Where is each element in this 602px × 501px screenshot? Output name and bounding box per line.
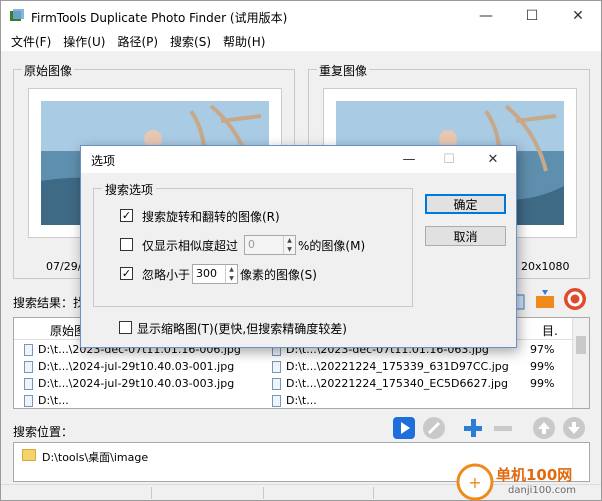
close-button[interactable]: ✕ (555, 1, 601, 31)
title-bar: FirmTools Duplicate Photo Finder (试用版本) … (1, 1, 601, 31)
location-path[interactable]: D:\tools\桌面\image (42, 449, 148, 465)
ignore-small-checkbox[interactable]: ✓ (120, 267, 133, 280)
thumbnails-label: 显示缩略图(T)(更快,但搜索精确度较差) (137, 322, 347, 336)
table-row[interactable]: D:\t... D:\t... (14, 393, 574, 408)
watermark: + 单机100网 danji100.com (456, 463, 602, 501)
similarity-value: 0 (248, 238, 255, 251)
thumbnails-checkbox[interactable] (119, 321, 132, 334)
watermark-logo-icon: + (456, 463, 494, 501)
duplicate-image-caption: 20x1080 (521, 260, 570, 273)
maximize-button[interactable]: ☐ (509, 1, 555, 31)
options-dialog: 选项 — ☐ ✕ 搜索选项 ✓ 搜索旋转和翻转的图像(R) 仅显示相似度超过 0… (80, 145, 517, 348)
minimize-icon: — (402, 152, 416, 167)
dialog-title: 选项 (91, 154, 116, 168)
status-divider (263, 487, 264, 499)
menu-help[interactable]: 帮助(H) (217, 33, 271, 50)
spinner-arrows-icon[interactable]: ▲ ▼ (225, 265, 237, 283)
maximize-icon: ☐ (525, 8, 539, 24)
dialog-maximize-button: ☐ (429, 146, 469, 173)
minus-icon (494, 426, 512, 431)
menu-bar: 文件(F) 操作(U) 路径(P) 搜索(S) 帮助(H) (1, 31, 601, 51)
search-options-group: 搜索选项 ✓ 搜索旋转和翻转的图像(R) 仅显示相似度超过 0 ▲ ▼ %的图像(… (93, 181, 413, 307)
plus-icon (464, 419, 482, 437)
remove-location-button[interactable] (492, 417, 514, 439)
watermark-text: 单机100网 (496, 466, 573, 484)
file-icon (272, 378, 281, 390)
svg-text:+: + (468, 473, 481, 492)
table-row[interactable]: D:\t...\2024-jul-29t10.40.03-003.jpg D:\… (14, 376, 574, 393)
row-duplicate-path: D:\t...\20221224_175339_631D97CC.jpg (286, 360, 509, 373)
file-icon (24, 395, 33, 407)
dialog-minimize-button[interactable]: — (389, 146, 429, 173)
move-down-button[interactable] (563, 417, 585, 439)
close-icon: ✕ (487, 152, 499, 167)
rotate-checkbox[interactable]: ✓ (120, 209, 133, 222)
location-label: 搜索位置： (13, 425, 74, 439)
similarity-spinner[interactable]: 0 ▲ ▼ (244, 235, 296, 255)
row-match: 99% (530, 377, 555, 390)
similarity-checkbox[interactable] (120, 238, 133, 251)
duplicate-image-label: 重复图像 (317, 62, 370, 79)
search-options-label: 搜索选项 (102, 181, 157, 198)
scrollbar-thumb[interactable] (576, 336, 586, 354)
status-divider (151, 487, 152, 499)
file-icon (272, 395, 281, 407)
play-icon (401, 422, 410, 434)
cancel-button[interactable]: 取消 (425, 226, 506, 246)
table-row[interactable]: D:\t...\2024-jul-29t10.40.03-001.jpg D:\… (14, 359, 574, 376)
arrow-up-icon (538, 422, 550, 434)
row-original-path: D:\t...\2024-jul-29t10.40.03-003.jpg (38, 377, 235, 390)
close-icon: ✕ (572, 8, 584, 24)
file-icon (272, 361, 281, 373)
add-location-button[interactable] (462, 417, 484, 439)
stop-search-button[interactable] (423, 417, 445, 439)
row-duplicate-path: D:\t... (286, 394, 317, 407)
row-original-path: D:\t... (38, 394, 69, 407)
minimize-button[interactable]: — (463, 1, 509, 31)
similarity-prefix: 仅显示相似度超过 (142, 239, 239, 253)
dialog-close-button[interactable]: ✕ (473, 146, 513, 173)
start-search-button[interactable] (393, 417, 415, 439)
window-title: FirmTools Duplicate Photo Finder (试用版本) (31, 11, 288, 25)
watermark-url: danji100.com (508, 485, 576, 496)
spinner-arrows-icon[interactable]: ▲ ▼ (283, 236, 295, 254)
menu-action[interactable]: 操作(U) (57, 33, 111, 50)
rotate-label: 搜索旋转和翻转的图像(R) (142, 210, 280, 224)
menu-search[interactable]: 搜索(S) (164, 33, 217, 50)
original-image-label: 原始图像 (22, 62, 75, 79)
ignore-small-suffix: 像素的图像(S) (240, 268, 317, 282)
arrow-down-icon (568, 422, 580, 434)
minimize-icon: — (479, 8, 493, 24)
results-scrollbar[interactable] (572, 318, 589, 408)
similarity-suffix: %的图像(M) (298, 239, 366, 253)
ignore-small-spinner[interactable]: 300 ▲ ▼ (192, 264, 238, 284)
ignore-small-value: 300 (196, 267, 217, 280)
row-match: 97% (530, 343, 555, 356)
file-icon (24, 361, 33, 373)
stop-icon (427, 421, 441, 435)
ok-button[interactable]: 确定 (425, 194, 506, 214)
app-logo-icon (10, 9, 24, 21)
row-match: 99% (530, 360, 555, 373)
file-icon (24, 344, 33, 356)
move-up-button[interactable] (533, 417, 555, 439)
help-icon[interactable] (564, 288, 586, 310)
dialog-title-bar: 选项 — ☐ ✕ (81, 146, 516, 173)
folder-icon (22, 449, 36, 461)
row-original-path: D:\t...\2024-jul-29t10.40.03-001.jpg (38, 360, 235, 373)
column-match[interactable]: 目. (542, 322, 558, 339)
open-folder-icon[interactable] (534, 288, 556, 310)
ignore-small-prefix: 忽略小于 (142, 268, 191, 282)
status-divider (373, 487, 374, 499)
file-icon (24, 378, 33, 390)
maximize-icon: ☐ (443, 152, 455, 167)
menu-file[interactable]: 文件(F) (5, 33, 57, 50)
row-duplicate-path: D:\t...\20221224_175340_EC5D6627.jpg (286, 377, 508, 390)
menu-path[interactable]: 路径(P) (111, 33, 164, 50)
